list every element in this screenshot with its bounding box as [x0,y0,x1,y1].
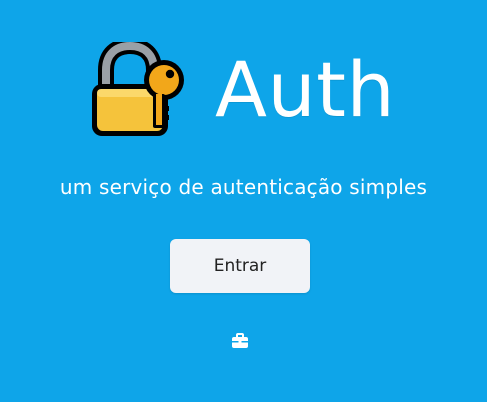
briefcase-icon[interactable] [231,333,249,349]
enter-button[interactable]: Entrar [170,239,310,293]
app-tagline: um serviço de autenticação simples [59,175,428,199]
login-button-container: Entrar [0,239,487,295]
logo-row: Auth [0,40,487,140]
lock-with-key-icon [92,42,184,136]
app-title: Auth [215,45,396,134]
